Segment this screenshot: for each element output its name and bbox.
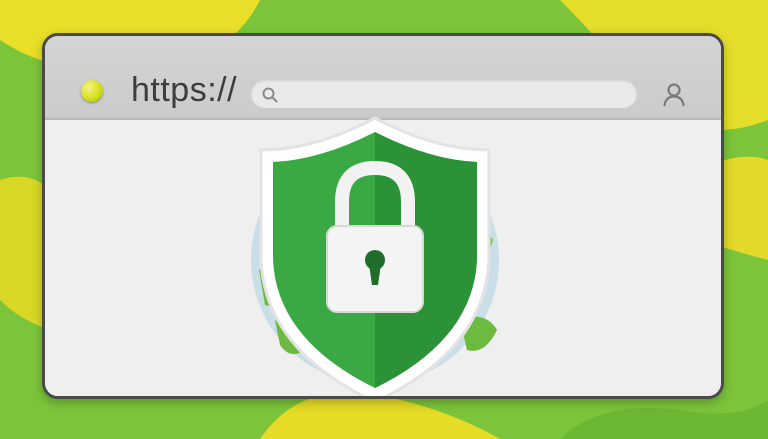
browser-window: https:// (42, 33, 724, 399)
user-icon[interactable] (661, 81, 687, 107)
status-dot-icon (81, 80, 103, 102)
browser-toolbar: https:// (45, 36, 721, 120)
search-icon[interactable] (261, 86, 279, 104)
url-protocol[interactable]: https:// (131, 70, 237, 110)
search-input[interactable] (285, 80, 629, 110)
security-shield-lock-icon (251, 116, 499, 396)
page-content (45, 116, 721, 396)
search-bar[interactable] (251, 80, 637, 110)
